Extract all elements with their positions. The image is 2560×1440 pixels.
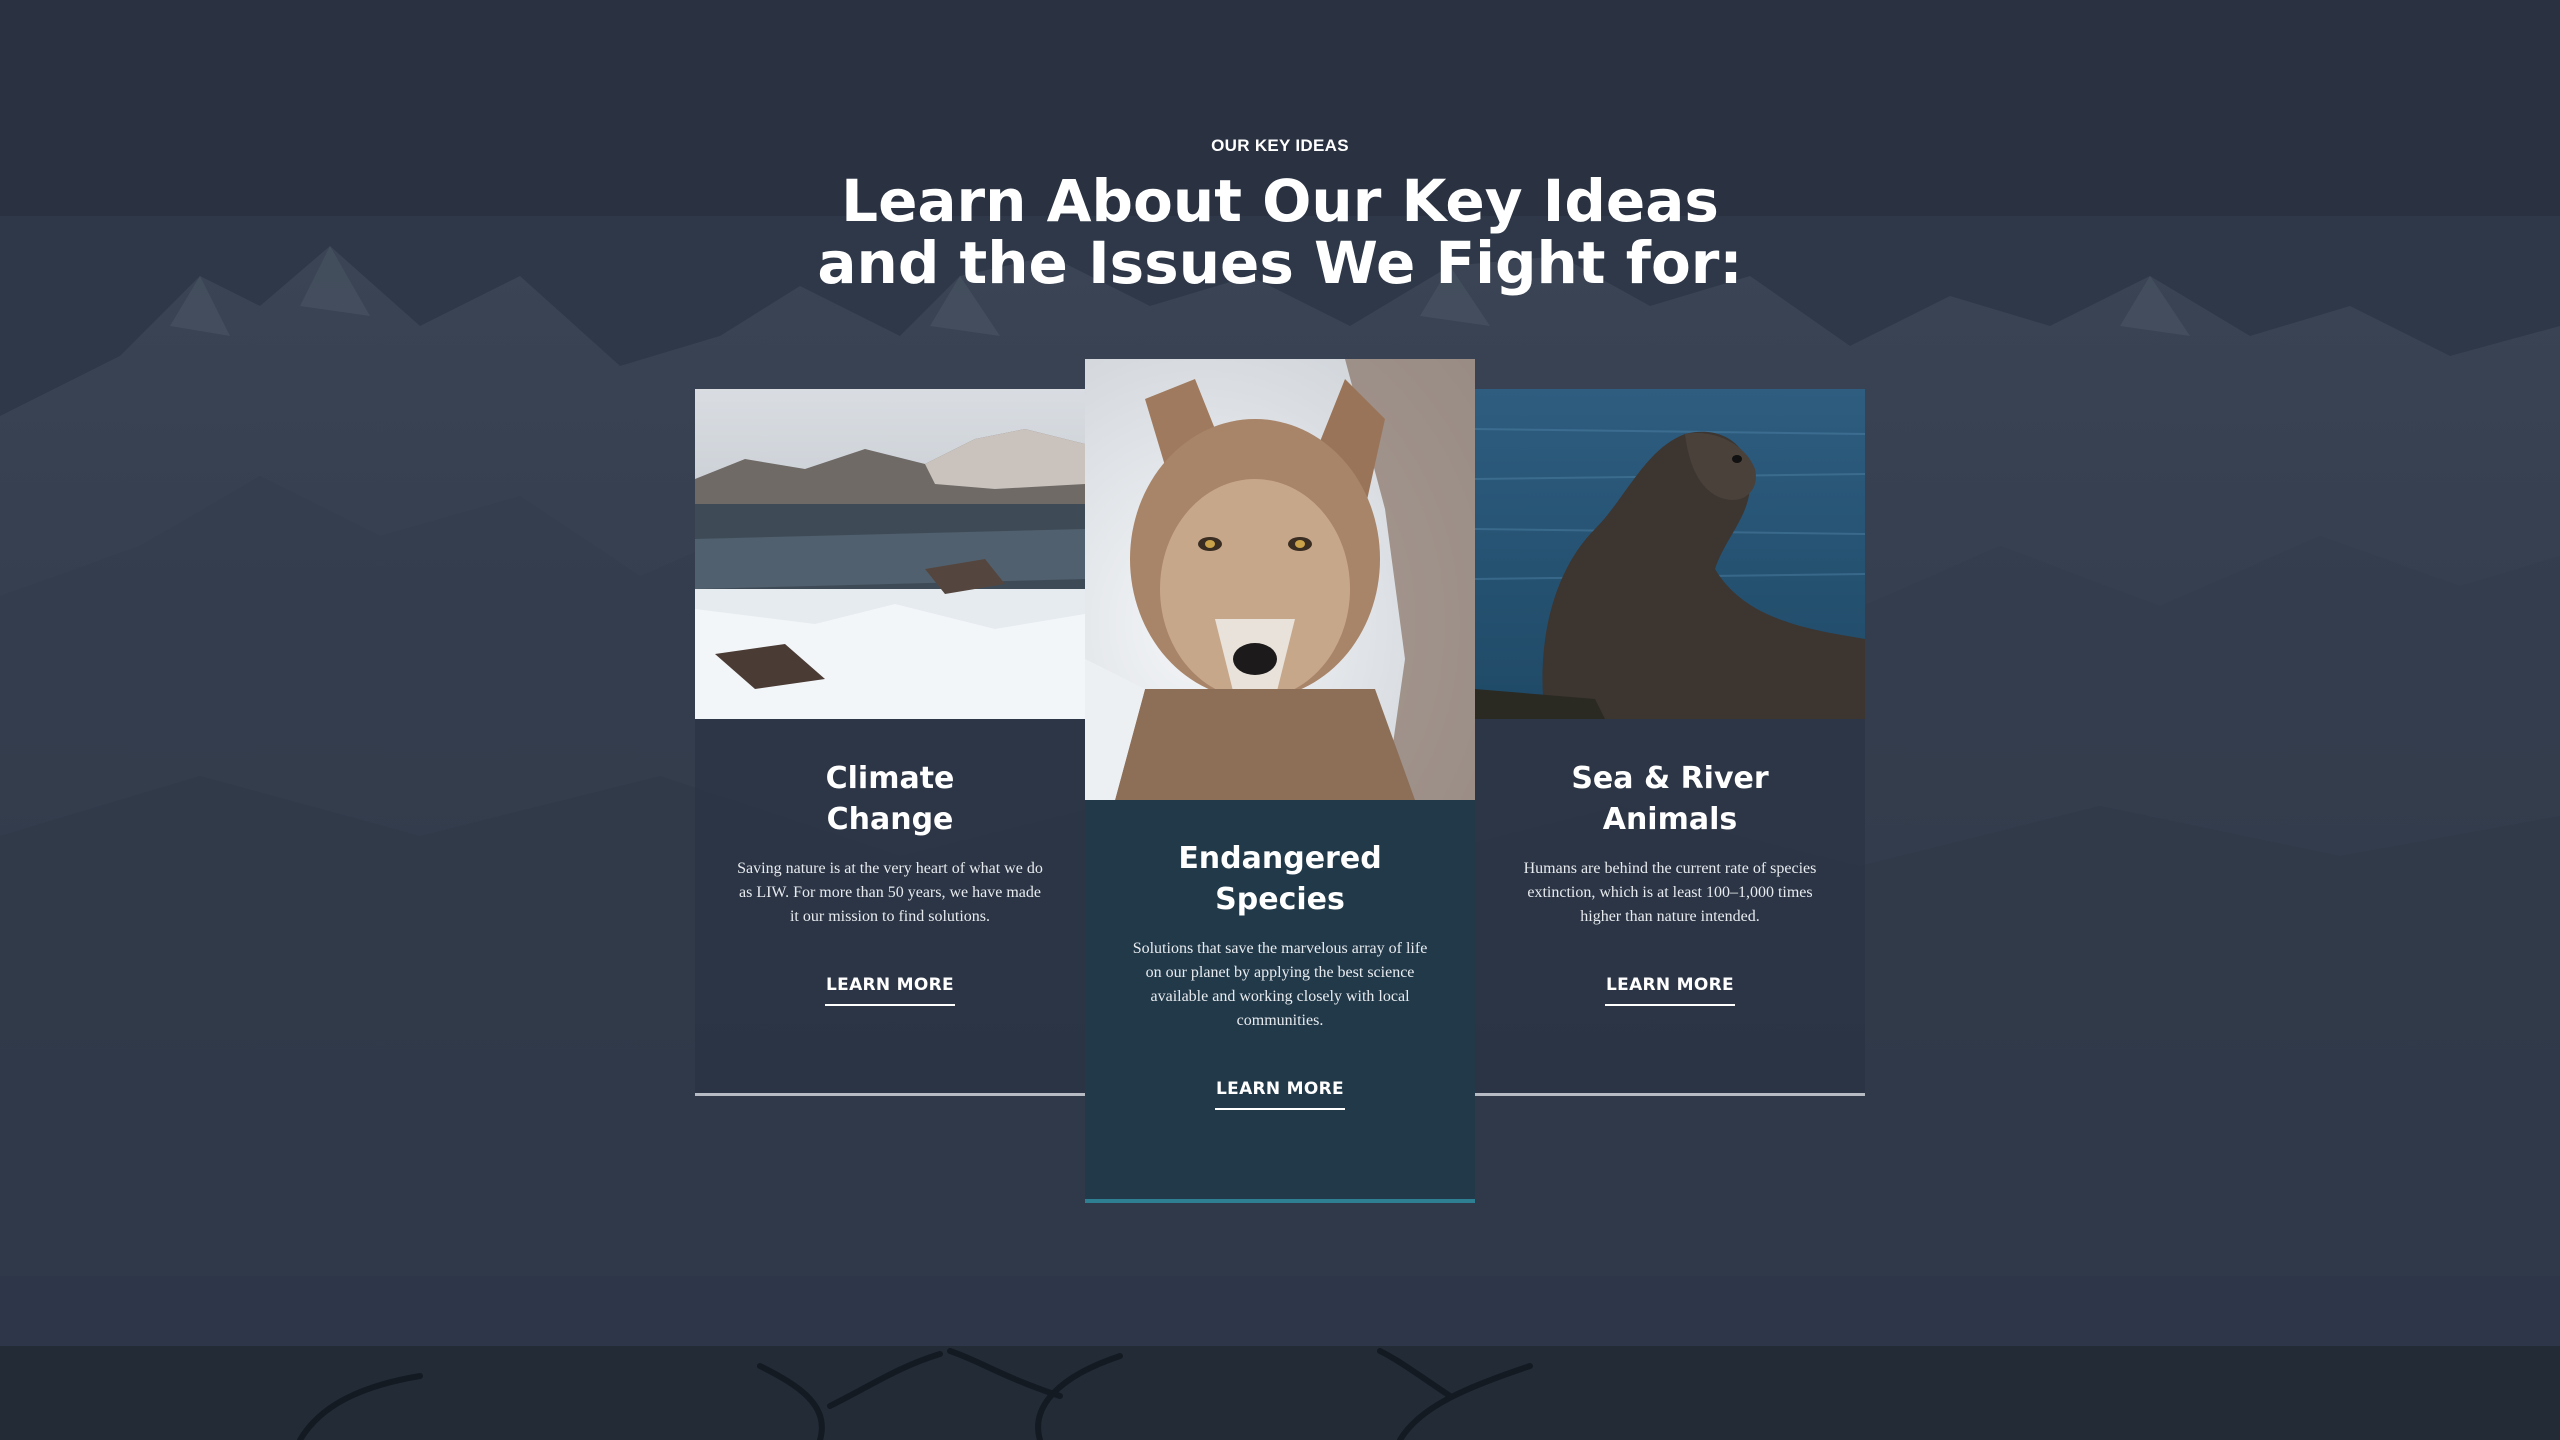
section-heading-line-1: Learn About Our Key Ideas: [841, 167, 1719, 235]
section-heading-line-2: and the Issues We Fight for:: [817, 229, 1743, 297]
section-heading: Learn About Our Key Ideas and the Issues…: [680, 170, 1880, 294]
card-climate-change: Climate Change Saving nature is at the v…: [695, 389, 1085, 1096]
card-climate-change-title: Climate Change: [740, 758, 1040, 840]
card-sea-river-animals: Sea & River Animals Humans are behind th…: [1475, 389, 1865, 1096]
card-endangered-species: Endangered Species Solutions that save t…: [1085, 359, 1475, 1203]
card-sea-river-animals-title: Sea & River Animals: [1520, 758, 1820, 840]
sea-river-animals-learn-more-link[interactable]: LEARN MORE: [1605, 975, 1735, 1006]
climate-change-learn-more-link[interactable]: LEARN MORE: [825, 975, 955, 1006]
card-title-line: Sea & River: [1571, 761, 1769, 796]
card-endangered-species-image: [1085, 359, 1475, 800]
card-sea-river-animals-image: [1475, 389, 1865, 719]
snowy-lake-image: [695, 389, 1085, 719]
wolf-image: [1085, 359, 1475, 800]
card-climate-change-image: [695, 389, 1085, 719]
card-sea-river-animals-text: Humans are behind the current rate of sp…: [1523, 860, 1817, 925]
card-endangered-species-text: Solutions that save the marvelous array …: [1132, 940, 1428, 1029]
section-eyebrow: OUR KEY IDEAS: [1211, 136, 1349, 155]
card-climate-change-text: Saving nature is at the very heart of wh…: [737, 860, 1043, 925]
sea-lion-image: [1475, 389, 1865, 719]
card-endangered-species-title: Endangered Species: [1130, 838, 1430, 920]
card-title-line: Change: [826, 802, 954, 837]
endangered-species-learn-more-link[interactable]: LEARN MORE: [1215, 1079, 1345, 1110]
key-ideas-section: OUR KEY IDEAS Learn About Our Key Ideas …: [0, 0, 2560, 1440]
card-title-line: Animals: [1602, 802, 1738, 837]
card-title-line: Endangered: [1178, 841, 1382, 876]
card-title-line: Climate: [825, 761, 955, 796]
card-title-line: Species: [1215, 882, 1345, 917]
